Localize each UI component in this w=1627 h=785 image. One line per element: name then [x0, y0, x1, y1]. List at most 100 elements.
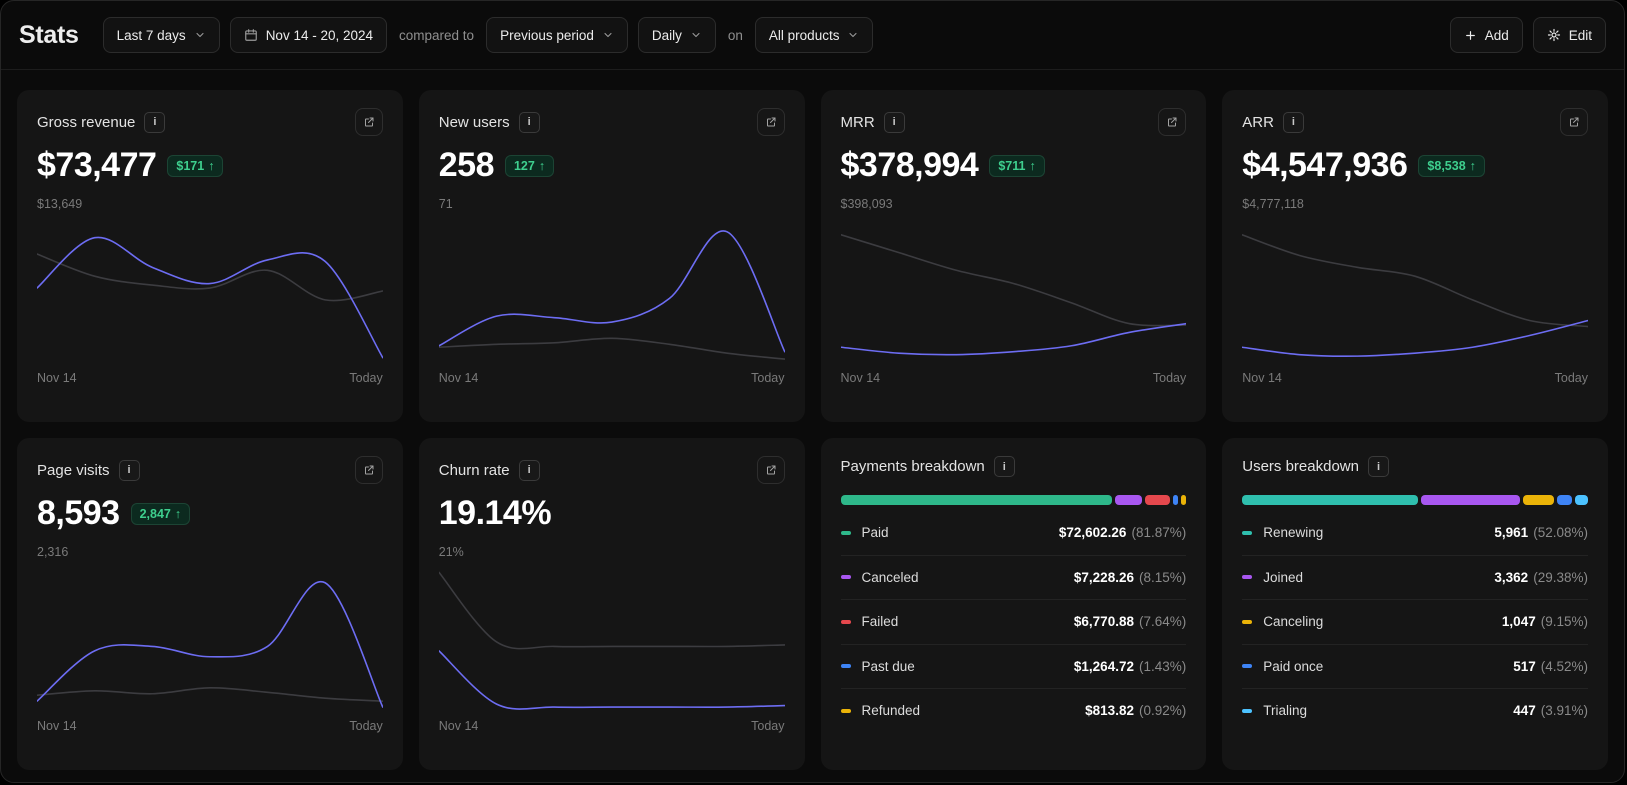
chart-max-label: $13,649 [37, 197, 83, 211]
series-color-dash [1242, 619, 1253, 624]
compared-to-label: compared to [399, 27, 475, 43]
breakdown-row: Paid $72,602.26 (81.87%) [840, 511, 1187, 555]
up-arrow-icon: ↑ [1029, 158, 1036, 173]
delta-badge: 127 ↑ [504, 154, 555, 177]
delta-badge: $8,538 ↑ [1418, 154, 1485, 177]
info-icon[interactable]: i [1367, 456, 1389, 477]
metric-value: 8,593 [37, 494, 120, 532]
range-dropdown[interactable]: Last 7 days [102, 17, 220, 53]
add-button-label: Add [1484, 27, 1509, 43]
breakdown-label: Joined [1263, 569, 1304, 585]
chart-axis: Nov 14 Today [438, 371, 785, 385]
products-dropdown[interactable]: All products [754, 17, 874, 53]
series-color-dash [840, 619, 851, 624]
chart-max-label: $4,777,118 [1242, 197, 1304, 211]
chart-axis: Nov 14 Today [37, 371, 383, 385]
bar-segment [1522, 495, 1554, 505]
external-link-icon[interactable] [354, 108, 383, 136]
breakdown-value: $1,264.72 (1.43%) [1073, 658, 1187, 674]
churn-rate-chart [439, 565, 785, 713]
page-title: Stats [19, 20, 79, 49]
metric-card-new-users: New users i 258 127 ↑ 71 Nov 14 Today [418, 90, 805, 422]
info-icon[interactable]: i [993, 456, 1015, 477]
external-link-icon[interactable] [756, 456, 785, 484]
card-title: Payments breakdown [840, 458, 985, 475]
header: Stats Last 7 days Nov 14 - 20, 2024 comp… [1, 1, 1624, 70]
bar-segment [1181, 495, 1187, 505]
granularity-dropdown[interactable]: Daily [637, 17, 716, 53]
plus-icon [1465, 30, 1475, 40]
breakdown-value: $7,228.26 (8.15%) [1073, 569, 1187, 585]
metric-value: 19.14% [438, 494, 552, 532]
info-icon[interactable]: i [144, 111, 166, 133]
date-range-button[interactable]: Nov 14 - 20, 2024 [229, 17, 388, 53]
metric-card-gross-revenue: Gross revenue i $73,477 $171 ↑ $13,649 No… [17, 90, 403, 422]
metric-card-arr: ARR i $4,547,936 $8,538 ↑ $4,777,118 Nov … [1222, 90, 1608, 422]
compare-dropdown[interactable]: Previous period [486, 17, 628, 53]
cards-grid: Gross revenue i $73,477 $171 ↑ $13,649 No… [1, 70, 1624, 782]
breakdown-row: Past due $1,264.72 (1.43%) [840, 643, 1187, 689]
external-link-icon[interactable] [1158, 108, 1187, 136]
info-icon[interactable]: i [518, 111, 540, 133]
external-link-icon[interactable] [354, 456, 383, 484]
series-color-dash [840, 575, 851, 580]
series-color-dash [1242, 664, 1253, 669]
breakdown-label: Paid [861, 525, 889, 541]
bar-segment [1144, 495, 1171, 505]
external-link-icon[interactable] [756, 108, 785, 136]
series-color-dash [1242, 530, 1253, 535]
chevron-down-icon [849, 32, 858, 38]
info-icon[interactable]: i [883, 111, 905, 133]
on-label: on [727, 27, 743, 43]
breakdown-row: Canceling 1,047 (9.15%) [1242, 599, 1588, 644]
breakdown-row: Paid once 517 (4.52%) [1242, 643, 1588, 689]
metric-card-mrr: MRR i $378,994 $711 ↑ $398,093 Nov 14 Toda… [820, 90, 1207, 422]
breakdown-value: $6,770.88 (7.64%) [1073, 614, 1187, 630]
up-arrow-icon: ↑ [538, 158, 546, 173]
breakdown-value: $813.82 (0.92%) [1085, 703, 1187, 719]
bar-segment [840, 495, 1112, 505]
bar-segment [1173, 495, 1179, 505]
info-icon[interactable]: i [1282, 111, 1304, 133]
calendar-icon [244, 29, 257, 41]
payments-breakdown-card: Payments breakdown i Paid $72,602.26 (81.… [820, 438, 1207, 770]
breakdown-row: Trialing 447 (3.91%) [1242, 688, 1588, 733]
breakdown-label: Refunded [861, 703, 921, 719]
card-title: Users breakdown [1242, 458, 1359, 475]
breakdown-value: 3,362 (29.38%) [1494, 569, 1588, 585]
users-stacked-bar [1242, 495, 1588, 505]
breakdown-label: Renewing [1263, 525, 1324, 541]
add-button[interactable]: Add [1449, 17, 1523, 53]
card-title: New users [438, 113, 510, 131]
breakdown-value: 1,047 (9.15%) [1501, 614, 1588, 630]
delta-badge: 2,847 ↑ [130, 502, 191, 525]
breakdown-label: Failed [861, 614, 899, 630]
series-color-dash [1242, 575, 1253, 580]
up-arrow-icon: ↑ [174, 506, 182, 521]
card-title: Churn rate [438, 461, 510, 479]
up-arrow-icon: ↑ [1469, 158, 1476, 173]
gear-icon [1547, 28, 1560, 42]
arr-chart [1242, 217, 1588, 365]
info-icon[interactable]: i [118, 459, 140, 481]
metric-card-page-visits: Page visits i 8,593 2,847 ↑ 2,316 Nov 14 T… [17, 438, 403, 770]
delta-badge: $171 ↑ [167, 154, 224, 177]
card-title: Page visits [37, 461, 110, 479]
breakdown-label: Canceled [861, 569, 919, 585]
breakdown-value: 447 (3.91%) [1513, 703, 1588, 719]
chart-axis: Nov 14 Today [1242, 371, 1588, 385]
chart-max-label: 2,316 [37, 545, 69, 559]
metric-value: $73,477 [37, 146, 157, 184]
metric-card-churn-rate: Churn rate i 19.14% 21% Nov 14 Today [418, 438, 805, 770]
breakdown-row: Renewing 5,961 (52.08%) [1242, 511, 1588, 555]
bar-segment [1114, 495, 1142, 505]
series-color-dash [840, 664, 851, 669]
breakdown-value: $72,602.26 (81.87%) [1058, 525, 1187, 541]
chart-max-label: 21% [438, 545, 464, 559]
edit-button[interactable]: Edit [1532, 17, 1606, 53]
payments-stacked-bar [840, 495, 1187, 505]
breakdown-row: Canceled $7,228.26 (8.15%) [840, 554, 1187, 600]
chart-axis: Nov 14 Today [37, 719, 383, 733]
info-icon[interactable]: i [518, 459, 540, 481]
external-link-icon[interactable] [1560, 108, 1588, 136]
